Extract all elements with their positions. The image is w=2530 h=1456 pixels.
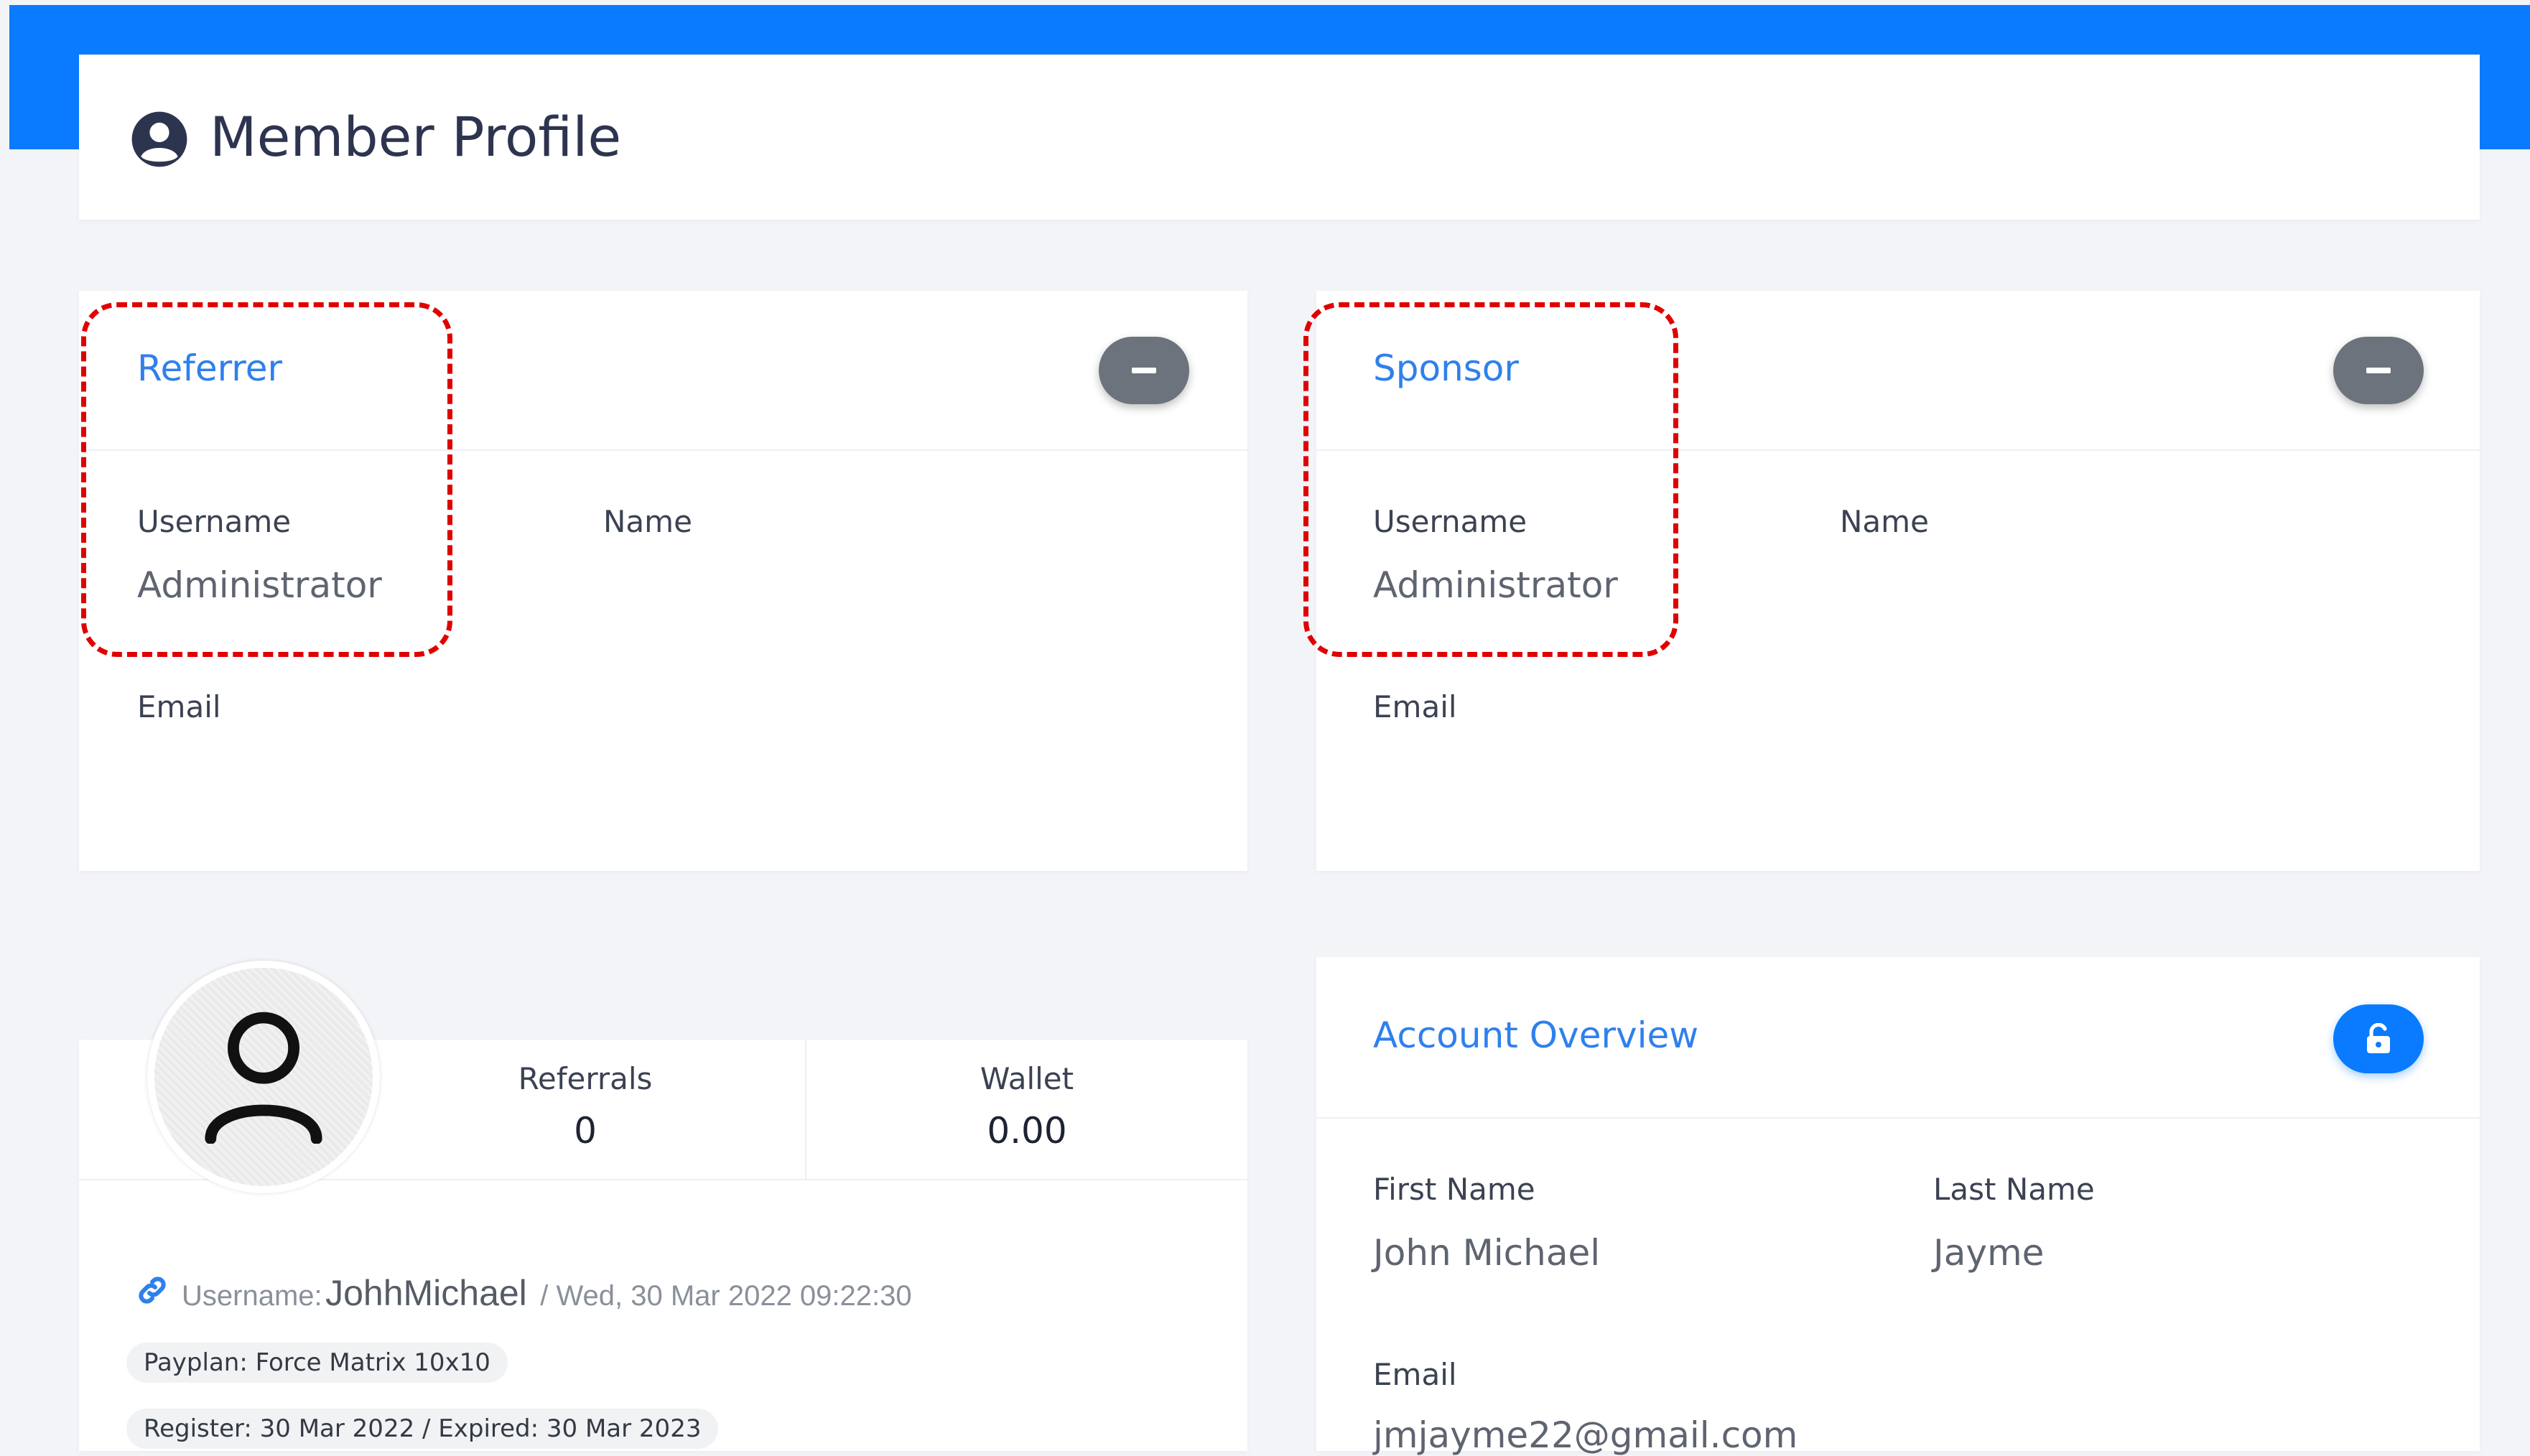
payplan-badge: Payplan: Force Matrix 10x10 <box>126 1343 508 1383</box>
register-badge: Register: 30 Mar 2022 / Expired: 30 Mar … <box>126 1409 719 1449</box>
unlock-icon <box>2367 1023 2390 1053</box>
last-name-label: Last Name <box>1933 1172 2095 1207</box>
avatar[interactable] <box>147 961 380 1193</box>
username-prefix: Username: <box>182 1280 322 1312</box>
unlock-button[interactable] <box>2333 1004 2424 1073</box>
highlight-box-sponsor <box>1303 302 1678 657</box>
sponsor-collapse-button[interactable] <box>2333 337 2424 404</box>
referrals-label: Referrals <box>518 1061 653 1096</box>
member-username: JohhMichael <box>325 1273 527 1313</box>
first-name-label: First Name <box>1373 1172 1535 1207</box>
sponsor-email-label: Email <box>1373 689 1457 724</box>
account-email-value: jmjayme22@gmail.com <box>1373 1414 1798 1456</box>
minus-icon <box>2366 368 2391 373</box>
minus-icon <box>1132 368 1156 373</box>
join-date: / Wed, 30 Mar 2022 09:22:30 <box>540 1280 912 1312</box>
sponsor-name-label: Name <box>1840 504 1929 539</box>
wallet-balance: 0.00 <box>987 1110 1067 1152</box>
last-name-value: Jayme <box>1933 1232 2045 1274</box>
first-name-value: John Michael <box>1373 1232 1601 1274</box>
stats-vertical-divider <box>805 1040 806 1179</box>
user-icon <box>205 1012 322 1144</box>
referrer-collapse-button[interactable] <box>1099 337 1189 404</box>
referrer-name-label: Name <box>603 504 692 539</box>
user-circle-icon <box>131 111 187 167</box>
username-row: Username: JohhMichael / Wed, 30 Mar 2022… <box>182 1272 912 1314</box>
page-title: Member Profile <box>210 105 622 169</box>
highlight-box-referrer <box>81 302 452 657</box>
panel-divider <box>1316 1117 2480 1119</box>
referrer-email-label: Email <box>137 689 221 724</box>
wallet-label: Wallet <box>980 1061 1074 1096</box>
account-email-label: Email <box>1373 1357 1457 1392</box>
account-overview-title: Account Overview <box>1373 1014 1699 1056</box>
referrals-count: 0 <box>574 1110 597 1152</box>
link-icon <box>139 1277 166 1304</box>
